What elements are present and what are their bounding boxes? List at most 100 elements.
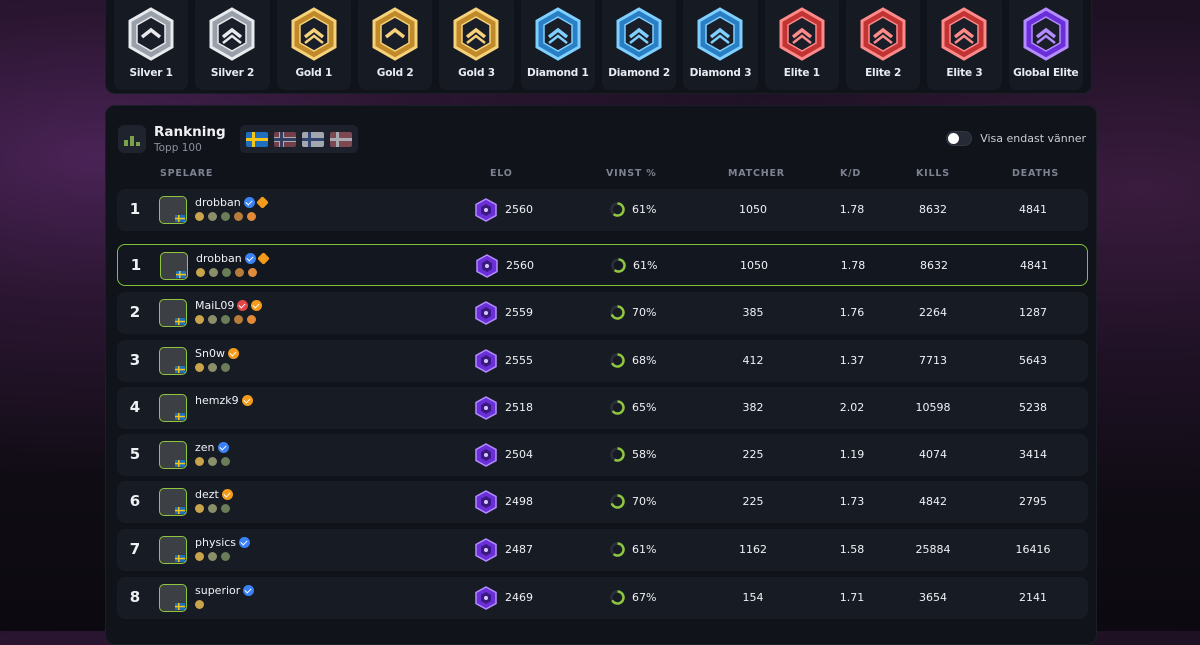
matches-value: 225 (742, 495, 764, 508)
friends-only-toggle[interactable] (946, 131, 973, 146)
trophy-icon (195, 600, 204, 609)
player-name[interactable]: superior (195, 584, 255, 597)
tier-elite-3: Elite 3 (927, 0, 1002, 90)
verified-badge-icon (243, 197, 255, 208)
player-name-text: dezt (195, 488, 219, 501)
elo-rank-icon (475, 301, 497, 325)
deaths-value: 5238 (1019, 401, 1047, 414)
player-name[interactable]: hemzk9 (195, 394, 253, 407)
column-win: VINST % (606, 168, 657, 179)
diamond-badge-icon (255, 196, 269, 209)
player-name[interactable]: physics (195, 536, 251, 549)
elo-rank-icon (475, 349, 497, 373)
friends-filter: Visa endast vänner (946, 131, 1086, 146)
rank-number: 2 (129, 303, 141, 321)
trophy-icon (235, 268, 244, 277)
sweden-flag-icon (175, 507, 185, 514)
player-name[interactable]: zen (195, 441, 229, 454)
sweden-flag[interactable] (245, 131, 268, 147)
rank-number: 8 (129, 588, 141, 606)
player-name-text: superior (195, 584, 241, 597)
table-row[interactable]: 2 MaiL09 2559 70% 385 1.76 2264 1287 (117, 292, 1088, 334)
player-name[interactable]: drobban (195, 196, 269, 209)
denmark-flag[interactable] (329, 131, 352, 147)
tier-label: Silver 2 (210, 67, 255, 79)
player-name-text: zen (195, 441, 215, 454)
table-row[interactable]: 8 superior 2469 67% 154 1.71 3654 2141 (117, 577, 1088, 619)
player-name-text: drobban (196, 252, 242, 265)
win-rate-value: 61% (633, 259, 658, 272)
trophy-icon (247, 212, 256, 221)
elo-rank-icon (475, 396, 497, 420)
tier-diamond-1: Diamond 1 (520, 0, 595, 90)
trophy-list (195, 363, 230, 372)
win-rate-ring-icon (610, 202, 625, 217)
elo-value: 2559 (505, 306, 533, 319)
win-rate-value: 67% (632, 591, 657, 604)
matches-value: 385 (742, 306, 764, 319)
deaths-value: 1287 (1019, 306, 1047, 319)
tier-silver-1: Silver 1 (114, 0, 189, 90)
tier-global-elite: Global Elite (1008, 0, 1083, 90)
trophy-icon (196, 268, 205, 277)
sweden-flag-icon (175, 318, 185, 325)
player-name[interactable]: dezt (195, 488, 233, 501)
diamond-badge-icon (256, 252, 270, 265)
kills-value: 10598 (915, 401, 951, 414)
finland-flag[interactable] (301, 131, 324, 147)
orange-badge-icon (227, 348, 239, 359)
avatar[interactable] (159, 347, 187, 375)
elo-value: 2487 (505, 543, 533, 556)
gold-2-rank-icon (372, 7, 418, 61)
avatar[interactable] (159, 441, 187, 469)
table-row[interactable]: 3 Sn0w 2555 68% 412 1.37 7713 5643 (117, 340, 1088, 382)
table-row[interactable]: 6 dezt 2498 70% 225 1.73 4842 2795 (117, 481, 1088, 523)
deaths-value: 4841 (1019, 203, 1047, 216)
trophy-icon (221, 315, 230, 324)
win-rate-ring-icon (610, 353, 625, 368)
table-row[interactable]: 7 physics 2487 61% 1162 1.58 25884 16416 (117, 529, 1088, 571)
deaths-value: 16416 (1015, 543, 1051, 556)
trophy-icon (234, 212, 243, 221)
avatar[interactable] (159, 488, 187, 516)
avatar[interactable] (159, 536, 187, 564)
rank-number: 1 (129, 200, 141, 218)
trophy-icon (222, 268, 231, 277)
kills-value: 4074 (919, 448, 947, 461)
table-row[interactable]: 5 zen 2504 58% 225 1.19 4074 3414 (117, 434, 1088, 476)
avatar[interactable] (159, 394, 187, 422)
matches-value: 225 (742, 448, 764, 461)
elo-rank-icon (475, 538, 497, 562)
matches-value: 1162 (739, 543, 767, 556)
trophy-icon (221, 363, 230, 372)
avatar[interactable] (159, 196, 187, 224)
table-row[interactable]: 4 hemzk9 2518 65% 382 2.02 10598 5238 (117, 387, 1088, 429)
avatar[interactable] (160, 252, 188, 280)
elo-rank-icon (475, 198, 497, 222)
deaths-value: 3414 (1019, 448, 1047, 461)
elite-1-rank-icon (779, 7, 825, 61)
trophy-icon (195, 504, 204, 513)
avatar[interactable] (159, 584, 187, 612)
tier-diamond-2: Diamond 2 (601, 0, 677, 90)
tier-elite-2: Elite 2 (845, 0, 921, 90)
trophy-icon (195, 315, 204, 324)
tier-label: Elite 2 (865, 67, 902, 79)
player-name[interactable]: drobban (196, 252, 270, 265)
win-rate-value: 70% (632, 306, 657, 319)
player-name[interactable]: Sn0w (195, 347, 239, 360)
player-name[interactable]: MaiL09 (195, 299, 263, 312)
avatar[interactable] (159, 299, 187, 327)
diamond-1-rank-icon (535, 7, 581, 61)
sweden-flag-icon (175, 460, 185, 467)
kd-value: 1.78 (839, 203, 865, 216)
rank-number: 5 (129, 445, 141, 463)
table-row-current-player[interactable]: 1 drobban 2560 61% 1050 1.78 8632 4841 (117, 244, 1088, 286)
matches-value: 412 (742, 354, 764, 367)
table-row[interactable]: 1 drobban 2560 61% 1050 1.78 8632 4841 (117, 189, 1088, 231)
diamond-3-rank-icon (697, 7, 743, 61)
norway-flag[interactable] (273, 131, 296, 147)
rank-number: 4 (129, 398, 141, 416)
win-rate-ring-icon (610, 542, 625, 557)
tier-gold-1: Gold 1 (276, 0, 351, 90)
